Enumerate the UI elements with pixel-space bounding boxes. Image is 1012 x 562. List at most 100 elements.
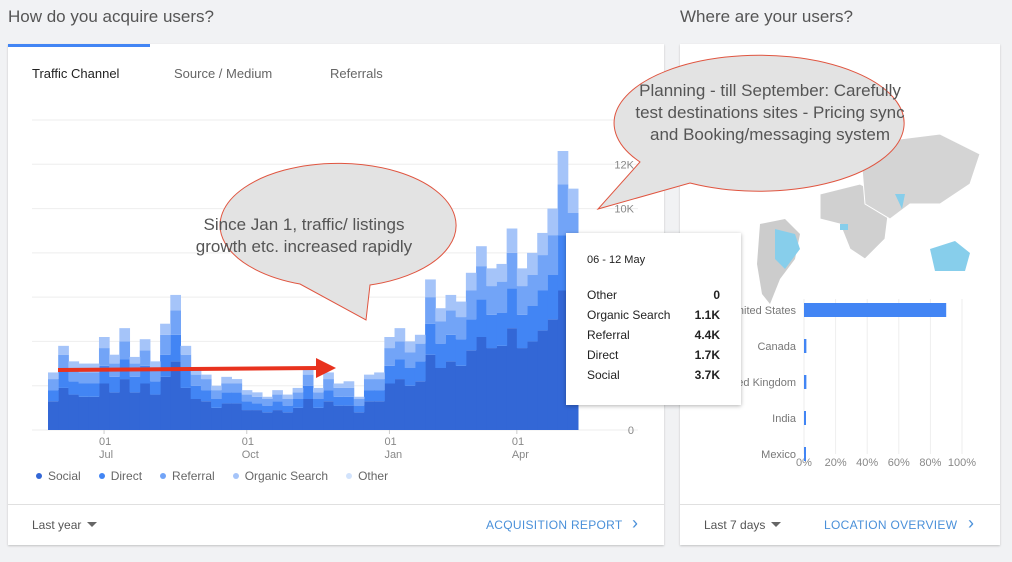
bar-segment-referral	[262, 399, 273, 406]
date-range-dropdown[interactable]: Last year	[32, 518, 97, 532]
bar-segment-direct	[149, 381, 161, 395]
location-overview-link[interactable]: LOCATION OVERVIEW	[824, 518, 957, 532]
acquire-footer: Last year ACQUISITION REPORT ›	[8, 504, 664, 545]
bar-segment-organic-search	[557, 151, 569, 185]
bar-segment-organic-search	[48, 372, 59, 380]
users-footer: Last 7 days LOCATION OVERVIEW ›	[680, 504, 1000, 545]
legend-item[interactable]: Other	[346, 469, 388, 483]
country-bar[interactable]	[804, 375, 807, 389]
bar-segment-direct	[139, 365, 151, 384]
country-bar[interactable]	[804, 411, 806, 425]
bar-segment-social	[292, 407, 304, 430]
bar-segment-referral	[425, 297, 436, 324]
bar-segment-referral	[414, 343, 426, 362]
country-bar[interactable]	[804, 303, 947, 317]
bar-segment-direct	[353, 405, 365, 413]
x-tick-label: 40%	[856, 457, 878, 469]
bar-segment-organic-search	[262, 396, 273, 399]
bar-segment-organic-search	[516, 268, 528, 287]
bar-segment-organic-search	[394, 328, 406, 342]
bar-segment-organic-search	[547, 208, 559, 236]
bar-segment-social	[221, 403, 232, 430]
bar-segment-referral	[455, 317, 467, 340]
bar-segment-organic-search	[445, 294, 457, 311]
bar-segment-referral	[149, 368, 161, 382]
bar-segment-referral	[384, 348, 396, 366]
bar-segment-direct	[129, 376, 141, 393]
tooltip-row: Referral 4.4K	[587, 328, 720, 342]
bar-segment-social	[394, 379, 406, 430]
bar-segment-referral	[129, 363, 141, 377]
country-label: Canada	[757, 341, 796, 353]
x-tick-label: 100%	[948, 457, 976, 469]
bar-segment-social	[200, 401, 212, 430]
bar-segment-referral	[211, 390, 222, 399]
country-bar[interactable]	[804, 447, 806, 461]
bar-segment-direct	[363, 390, 375, 402]
bar-segment-social	[231, 403, 243, 430]
x-tick-label: 60%	[888, 457, 910, 469]
bar-segment-referral	[231, 383, 243, 393]
bar-segment-social	[363, 401, 375, 430]
bar-segment-referral	[302, 374, 314, 386]
bar-segment-direct	[506, 288, 518, 329]
bar-segment-referral	[78, 372, 90, 384]
bar-segment-organic-search	[221, 376, 232, 384]
bar-segment-direct	[48, 390, 59, 402]
country-bar[interactable]	[804, 339, 807, 353]
legend-label: Referral	[172, 469, 215, 483]
legend-dot-icon	[98, 473, 105, 479]
legend-item[interactable]: Organic Search	[232, 469, 329, 483]
y-tick-label: 10K	[614, 204, 634, 216]
x-tick-day: 01	[242, 436, 254, 448]
x-tick-month: Apr	[512, 449, 529, 461]
legend-item[interactable]: Referral	[160, 469, 215, 483]
bar-segment-referral	[282, 399, 294, 406]
bar-segment-direct	[241, 401, 253, 411]
bar-segment-social	[506, 328, 518, 430]
bar-segment-referral	[527, 275, 538, 306]
bar-segment-organic-search	[465, 272, 477, 291]
bar-segment-social	[496, 345, 508, 430]
legend-item[interactable]: Social	[36, 469, 81, 483]
bar-segment-social	[313, 407, 324, 430]
chevron-right-icon[interactable]: ›	[632, 513, 638, 534]
users-range-dropdown[interactable]: Last 7 days	[704, 518, 781, 532]
bar-segment-social	[282, 412, 294, 430]
bar-segment-referral	[496, 281, 508, 313]
bar-segment-referral	[343, 387, 355, 397]
bar-segment-direct	[88, 383, 100, 397]
bar-segment-referral	[374, 379, 385, 391]
acquisition-report-link[interactable]: ACQUISITION REPORT	[486, 518, 623, 532]
bar-segment-organic-search	[527, 252, 538, 275]
bar-segment-referral	[394, 341, 406, 360]
bar-segment-organic-search	[241, 390, 253, 395]
bar-segment-organic-search	[58, 345, 69, 355]
bar-segment-social	[109, 392, 120, 430]
bar-segment-social	[374, 401, 385, 430]
bar-segment-organic-search	[200, 374, 212, 380]
bar-segment-referral	[200, 379, 212, 391]
bar-segment-direct	[425, 323, 436, 355]
bar-segment-direct	[313, 399, 324, 408]
bar-segment-direct	[231, 392, 243, 404]
bar-segment-social	[465, 350, 477, 430]
bar-segment-organic-search	[78, 363, 90, 373]
acquire-title: How do you acquire users?	[8, 7, 215, 26]
bar-segment-referral	[170, 310, 181, 335]
bar-segment-direct	[170, 334, 181, 362]
bar-segment-social	[414, 381, 426, 430]
bar-segment-organic-search	[282, 394, 294, 399]
legend-label: Organic Search	[244, 469, 329, 483]
bar-segment-social	[516, 348, 528, 430]
bar-segment-social	[119, 379, 131, 430]
bar-segment-direct	[384, 365, 396, 384]
legend-item[interactable]: Direct	[98, 469, 142, 483]
bar-segment-referral	[139, 350, 151, 366]
bar-segment-direct	[221, 392, 232, 404]
x-tick-day: 01	[384, 436, 396, 448]
bar-segment-organic-search	[353, 396, 365, 399]
bar-segment-referral	[404, 352, 416, 368]
chevron-right-icon[interactable]: ›	[968, 513, 974, 534]
bar-segment-direct	[445, 334, 457, 362]
